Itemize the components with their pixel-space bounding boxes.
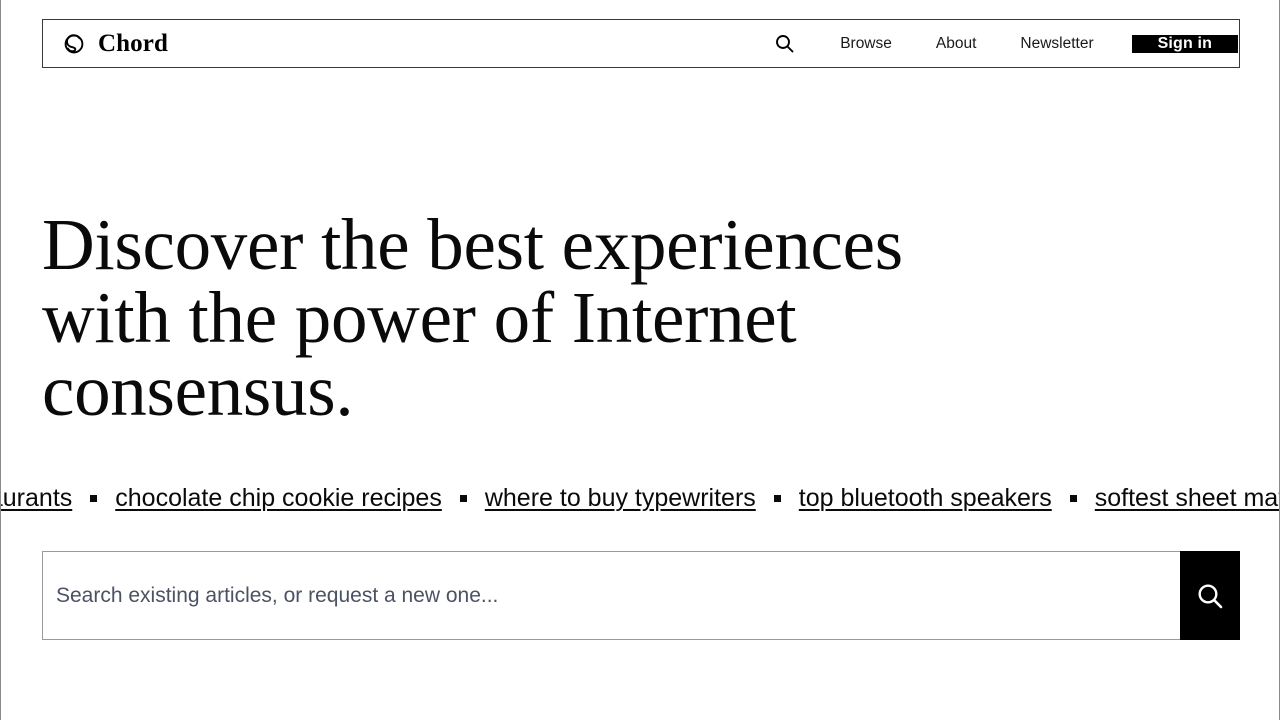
article-search-form — [42, 551, 1240, 640]
ticker-separator-icon — [90, 494, 98, 502]
brand-logo-link[interactable]: Chord — [43, 20, 168, 67]
header-spacer — [168, 20, 775, 67]
ticker-item-2[interactable]: where to buy typewriters — [485, 478, 756, 518]
search-icon — [1198, 583, 1223, 608]
site-header: Chord Browse About Newsletter Sign in — [42, 19, 1240, 68]
ticker-item-1[interactable]: chocolate chip cookie recipes — [115, 478, 442, 518]
ticker-item-0[interactable]: best restaurants — [0, 478, 72, 518]
nav-item-about[interactable]: About — [914, 35, 999, 53]
nav-item-browse[interactable]: Browse — [818, 35, 914, 53]
page-title: Discover the best experiences with the p… — [42, 204, 903, 431]
ticker-item-4[interactable]: softest sheet materials — [1095, 478, 1280, 518]
nav-item-newsletter[interactable]: Newsletter — [998, 35, 1115, 53]
search-input[interactable] — [42, 551, 1180, 640]
ticker-item-3[interactable]: top bluetooth speakers — [799, 478, 1052, 518]
primary-nav: Browse About Newsletter Sign in — [775, 20, 1239, 67]
search-submit-button[interactable] — [1180, 551, 1240, 640]
brand-name: Chord — [98, 30, 168, 57]
viewport-left-edge — [0, 0, 1, 720]
search-icon[interactable] — [775, 34, 810, 53]
ticker-separator-icon — [459, 494, 467, 502]
ticker-track: best restaurants chocolate chip cookie r… — [0, 478, 1280, 518]
trending-topics-ticker: best restaurants chocolate chip cookie r… — [0, 478, 1280, 518]
ticker-separator-icon — [1069, 494, 1077, 502]
sign-in-button[interactable]: Sign in — [1131, 34, 1238, 53]
chord-spiral-logo-icon — [61, 31, 87, 57]
ticker-separator-icon — [773, 494, 781, 502]
hero-section: Discover the best experiences with the p… — [42, 208, 1042, 427]
